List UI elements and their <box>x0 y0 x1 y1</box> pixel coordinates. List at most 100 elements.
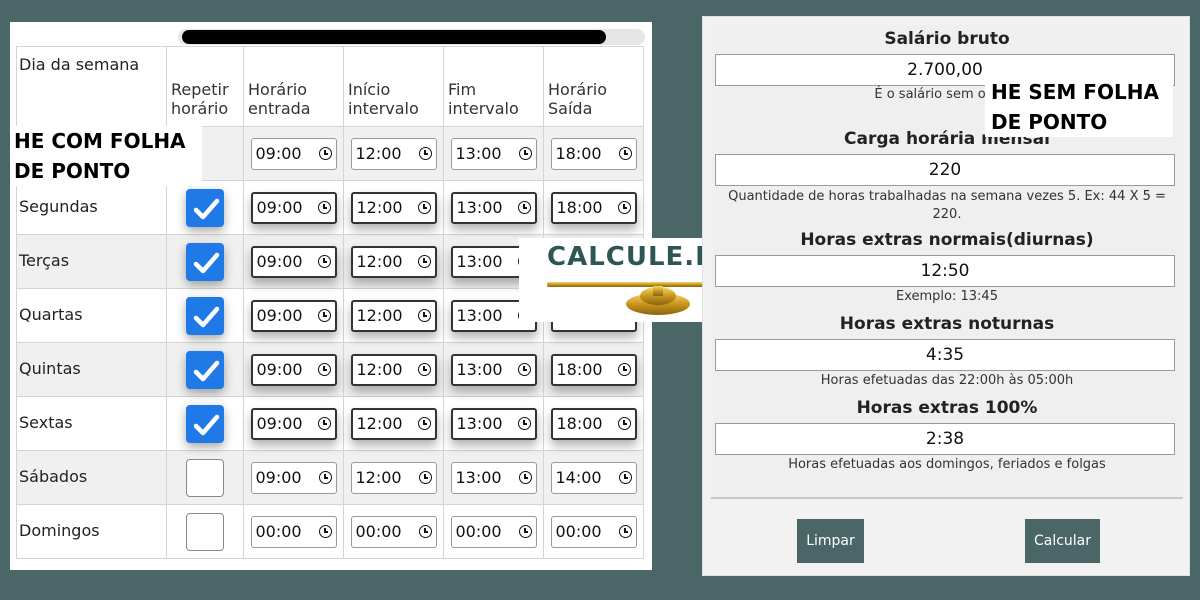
calculate-button[interactable]: Calcular <box>1025 519 1100 563</box>
time-value: 09:00 <box>255 468 302 487</box>
break-start-cell: 12:00 <box>343 450 444 505</box>
end-cell: 18:00 <box>543 396 644 451</box>
template-break-end-input[interactable]: 13:00 <box>450 137 537 170</box>
start-cell: 09:00 <box>243 396 344 451</box>
template-end-input[interactable]: 18:00 <box>550 137 637 170</box>
start-time-input[interactable]: 09:00 <box>250 299 337 332</box>
end-time-input[interactable]: 00:00 <box>550 515 637 548</box>
time-value: 13:00 <box>456 252 503 271</box>
break-start-time-input[interactable]: 12:00 <box>350 461 437 494</box>
break-start-time-input[interactable]: 12:00 <box>350 407 437 440</box>
start-time-input[interactable]: 09:00 <box>250 461 337 494</box>
workload-input[interactable]: 220 <box>715 154 1175 186</box>
break-end-time-input[interactable]: 13:00 <box>450 353 537 386</box>
header-day: Dia da semana <box>16 46 167 127</box>
start-time-input[interactable]: 09:00 <box>250 407 337 440</box>
break-start-time-input[interactable]: 12:00 <box>350 191 437 224</box>
start-time-input[interactable]: 00:00 <box>250 515 337 548</box>
template-start-input[interactable]: 09:00 <box>250 137 337 170</box>
day-label: Quartas <box>16 288 167 343</box>
schedule-row: Segundas 09:00 12:00 13:00 18:00 <box>16 180 644 235</box>
end-time-input[interactable]: 18:00 <box>550 353 637 386</box>
template-break-start-input[interactable]: 12:00 <box>350 137 437 170</box>
overtime-night-title: Horas extras noturnas <box>839 314 1055 334</box>
end-time-input[interactable]: 18:00 <box>550 407 637 440</box>
time-value: 12:00 <box>356 360 403 379</box>
time-value: 12:00 <box>356 198 403 217</box>
repeat-checkbox[interactable] <box>186 350 224 389</box>
time-value: 00:00 <box>555 522 602 541</box>
day-label: Terças <box>16 234 167 289</box>
header-break-end: Fim intervalo <box>443 46 544 127</box>
time-value: 12:00 <box>355 468 402 487</box>
clock-icon <box>418 525 432 538</box>
time-value: 00:00 <box>455 522 502 541</box>
clock-icon <box>417 201 431 214</box>
workload-hint: Quantidade de horas trabalhadas na seman… <box>728 189 1166 222</box>
clock-icon <box>517 363 531 376</box>
time-value: 12:00 <box>355 144 402 163</box>
time-value: 09:00 <box>256 198 303 217</box>
clock-icon <box>418 147 432 160</box>
break-start-time-input[interactable]: 12:00 <box>350 353 437 386</box>
overlay-label-with-timesheet: HE COM FOLHA DE PONTO <box>12 126 202 186</box>
time-value: 13:00 <box>456 414 503 433</box>
break-end-cell: 13:00 <box>443 342 544 397</box>
header-repeat: Repetir horário <box>166 46 244 127</box>
break-start-time-input[interactable]: 12:00 <box>350 245 437 278</box>
time-value: 13:00 <box>456 306 503 325</box>
clock-icon <box>317 417 331 430</box>
clock-icon <box>518 525 532 538</box>
repeat-checkbox[interactable] <box>186 296 224 335</box>
time-value: 13:00 <box>456 360 503 379</box>
overtime-night-input[interactable]: 4:35 <box>715 339 1175 371</box>
schedule-row: Domingos 00:00 00:00 00:00 00:00 <box>16 504 644 559</box>
start-time-input[interactable]: 09:00 <box>250 191 337 224</box>
clock-icon <box>317 363 331 376</box>
header-start: Horário entrada <box>243 46 344 127</box>
repeat-checkbox[interactable] <box>186 512 224 551</box>
day-label: Quintas <box>16 342 167 397</box>
break-start-time-input[interactable]: 12:00 <box>350 299 437 332</box>
overtime-day-hint: Exemplo: 13:45 <box>896 289 998 304</box>
check-icon <box>193 306 220 327</box>
break-end-time-input[interactable]: 13:00 <box>450 461 537 494</box>
break-end-time-input[interactable]: 13:00 <box>450 191 537 224</box>
end-cell: 14:00 <box>543 450 644 505</box>
break-end-time-input[interactable]: 00:00 <box>450 515 537 548</box>
break-start-time-input[interactable]: 00:00 <box>350 515 437 548</box>
break-start-cell: 12:00 <box>343 342 444 397</box>
time-value: 12:00 <box>356 252 403 271</box>
schedule-row: Sábados 09:00 12:00 13:00 14:00 <box>16 450 644 505</box>
header-break-start: Início intervalo <box>343 46 444 127</box>
overtime-day-input[interactable]: 12:50 <box>715 255 1175 287</box>
clock-icon <box>518 471 532 484</box>
break-start-cell: 12:00 <box>343 288 444 343</box>
workload-value: 220 <box>928 160 962 180</box>
clock-icon <box>318 525 332 538</box>
clock-icon <box>518 147 532 160</box>
break-end-time-input[interactable]: 13:00 <box>450 407 537 440</box>
clock-icon <box>317 201 331 214</box>
end-cell: 18:00 <box>543 342 644 397</box>
break-end-cell: 13:00 <box>443 450 544 505</box>
repeat-checkbox[interactable] <box>186 188 224 227</box>
salary-title: Salário bruto <box>884 29 1010 49</box>
overtime-100-input[interactable]: 2:38 <box>715 423 1175 455</box>
end-time-input[interactable]: 14:00 <box>550 461 637 494</box>
clock-icon <box>617 363 631 376</box>
overtime-day-title: Horas extras normais(diurnas) <box>800 230 1094 250</box>
repeat-checkbox[interactable] <box>186 404 224 443</box>
overtime-night-hint: Horas efetuadas das 22:00h às 05:00h <box>820 373 1074 388</box>
day-label: Sábados <box>16 450 167 505</box>
end-time-input[interactable]: 18:00 <box>550 191 637 224</box>
repeat-checkbox[interactable] <box>186 458 224 497</box>
start-time-input[interactable]: 09:00 <box>250 245 337 278</box>
salary-value: 2.700,00 <box>907 60 983 80</box>
check-icon <box>193 252 220 273</box>
start-time-input[interactable]: 09:00 <box>250 353 337 386</box>
clear-button[interactable]: Limpar <box>797 519 864 563</box>
scrollbar-thumb[interactable] <box>182 30 606 44</box>
clock-icon <box>317 255 331 268</box>
repeat-checkbox[interactable] <box>186 242 224 281</box>
